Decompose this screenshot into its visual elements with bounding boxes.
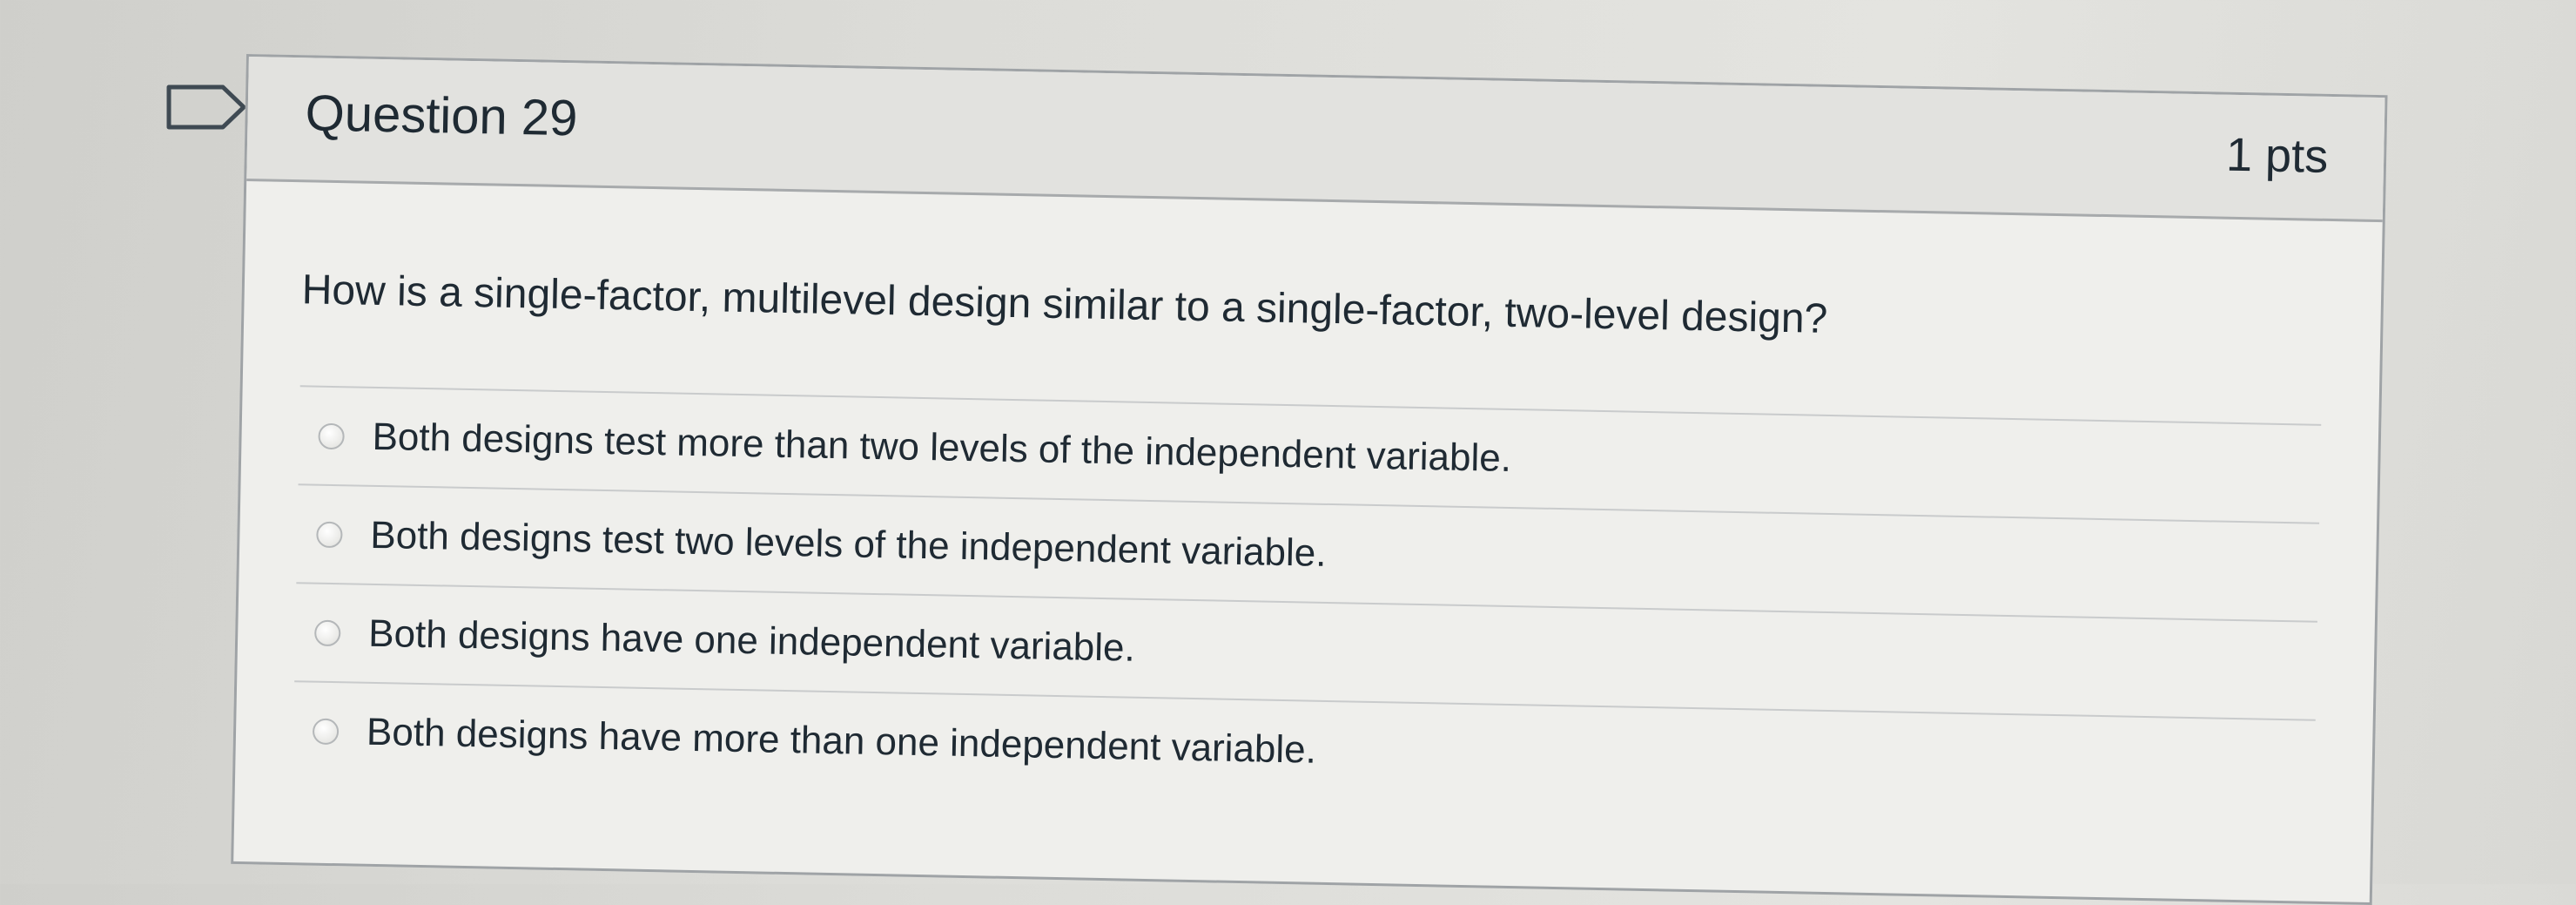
answer-list: Both designs test more than two levels o…	[293, 385, 2322, 818]
flag-question-icon[interactable]	[165, 84, 249, 131]
radio-unselected-icon[interactable]	[312, 718, 340, 745]
answer-label: Both designs have more than one independ…	[366, 710, 1317, 772]
question-body: How is a single-factor, multilevel desig…	[235, 181, 2383, 819]
question-text: How is a single-factor, multilevel desig…	[301, 267, 1828, 342]
answer-label: Both designs test more than two levels o…	[372, 415, 1512, 480]
answer-label: Both designs have one independent variab…	[367, 611, 1136, 670]
radio-unselected-icon[interactable]	[316, 521, 343, 548]
question-points: 1 pts	[2225, 128, 2329, 183]
answer-label: Both designs test two levels of the inde…	[369, 513, 1327, 575]
radio-unselected-icon[interactable]	[313, 619, 341, 646]
question-name: Question 29	[305, 84, 579, 147]
question-card: Question 29 1 pts How is a single-factor…	[231, 54, 2388, 905]
radio-unselected-icon[interactable]	[318, 422, 345, 449]
